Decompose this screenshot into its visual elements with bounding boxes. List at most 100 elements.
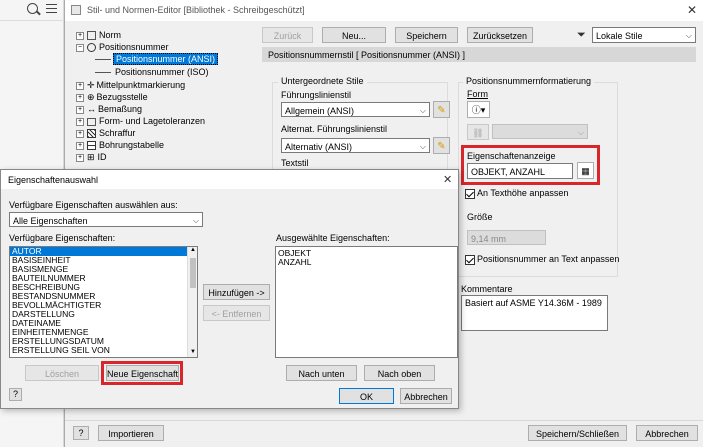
pencil-icon: ✎ — [437, 105, 446, 116]
fit-text-height-checkbox[interactable]: An Texthöhe anpassen — [465, 188, 568, 199]
hatch-icon — [87, 129, 96, 139]
shape-option-button[interactable]: ⛓ — [467, 124, 489, 140]
remove-button[interactable]: <- Entfernen — [203, 305, 270, 321]
style-header: Positionsnummernstil [ Positionsnummer (… — [262, 47, 696, 62]
available-list[interactable]: AUTOR BASISEINHEIT BASISMENGE BAUTEILNUMMER… — [9, 246, 198, 358]
new-button[interactable]: Neu... — [322, 27, 386, 43]
scroll-up-icon[interactable]: ▲ — [190, 247, 196, 253]
expand-icon[interactable]: + — [76, 81, 84, 90]
help-icon: ? — [12, 389, 18, 399]
tree-item-positionsnummer-iso[interactable]: Positionsnummer (ISO) — [95, 67, 211, 78]
tree-item-bezugsstelle[interactable]: + ⊕ Bezugsstelle — [76, 92, 148, 103]
window-title: Stil- und Normen-Editor [Bibliothek - Sc… — [87, 5, 305, 15]
center-mark-icon: ✛ — [87, 80, 95, 90]
tree-item-norm[interactable]: + Norm — [76, 30, 121, 41]
cancel-button[interactable]: Abbrechen — [636, 425, 698, 441]
app-icon — [71, 5, 81, 15]
expand-icon[interactable]: + — [76, 129, 84, 138]
panel-separator — [0, 20, 64, 21]
size-field[interactable]: 9,14 mm — [467, 230, 546, 245]
alt-leader-style-label: Alternat. Führungslinienstil — [281, 124, 388, 134]
save-close-button[interactable]: Speichern/Schließen — [528, 425, 627, 441]
move-down-button[interactable]: Nach unten — [286, 365, 357, 381]
back-button[interactable]: Zurück — [262, 27, 313, 43]
table-icon — [87, 141, 96, 151]
text-style-label: Textstil — [281, 158, 309, 168]
expand-icon[interactable]: + — [76, 141, 84, 150]
dialog-cancel-button[interactable]: Abbrechen — [400, 388, 452, 404]
chevron-down-icon: ⌵ — [419, 142, 426, 151]
comment-field[interactable]: Basiert auf ASME Y14.36M - 1989 — [461, 295, 608, 331]
fit-to-text-checkbox[interactable]: Positionsnummer an Text anpassen — [465, 254, 619, 265]
delete-button[interactable]: Löschen — [25, 365, 99, 381]
shape-option-combo[interactable]: ⌵ — [492, 124, 588, 139]
move-up-button[interactable]: Nach oben — [364, 365, 435, 381]
selected-label: Ausgewählte Eigenschaften: — [276, 233, 390, 243]
line-icon — [95, 72, 111, 74]
dimension-icon: ↔ — [87, 104, 96, 114]
style-tree[interactable]: + Norm − Positionsnummer Positionsnummer (… — [73, 27, 256, 177]
size-label: Größe — [467, 212, 493, 222]
source-combo[interactable]: Alle Eigenschaften ⌵ — [9, 212, 203, 227]
add-button[interactable]: Hinzufügen -> — [203, 284, 270, 300]
highlight-new-property — [101, 361, 183, 385]
checkbox-checked-icon — [465, 188, 475, 199]
tree-item-bohrungstabelle[interactable]: + Bohrungstabelle — [76, 140, 164, 151]
link-icon: ⛓ — [472, 128, 484, 138]
style-filter-combo[interactable]: Lokale Stile ⌵ — [592, 27, 696, 43]
dialog-title: Eigenschaftenauswahl — [8, 175, 99, 185]
expand-icon[interactable]: + — [76, 31, 84, 40]
scroll-down-icon[interactable]: ▼ — [190, 349, 196, 355]
edit-leader-style-button[interactable]: ✎ — [433, 101, 450, 118]
tree-item-schraffur[interactable]: + Schraffur — [76, 128, 135, 139]
help-button[interactable]: ? — [73, 426, 89, 440]
tolerance-icon — [87, 117, 96, 126]
scrollbar-thumb[interactable] — [190, 258, 196, 288]
leader-style-combo[interactable]: Allgemein (ANSI) ⌵ — [281, 102, 430, 117]
alt-leader-style-combo[interactable]: Alternativ (ANSI) ⌵ — [281, 138, 430, 153]
tree-item-bemassung[interactable]: + ↔ Bemaßung — [76, 104, 142, 115]
collapse-icon[interactable]: − — [76, 43, 84, 52]
available-label: Verfügbare Eigenschaften: — [9, 233, 116, 243]
formatting-title: Positionsnummernformatierung — [463, 76, 595, 86]
highlight-property-display — [461, 145, 600, 185]
import-button[interactable]: Importieren — [98, 425, 164, 441]
tree-item-positionsnummer-ansi[interactable]: Positionsnummer (ANSI) — [95, 53, 219, 65]
dialog-help-button[interactable]: ? — [9, 388, 22, 401]
balloon-shape-icon: ⓘ▾ — [471, 105, 486, 115]
id-icon: ⊞ — [87, 152, 95, 162]
form-shape-button[interactable]: ⓘ▾ — [467, 101, 490, 118]
hamburger-icon[interactable] — [46, 4, 57, 13]
available-list-items: AUTOR BASISEINHEIT BASISMENGE BAUTEILNUMMER… — [10, 247, 188, 355]
expand-icon[interactable]: + — [76, 153, 84, 162]
tree-item-id[interactable]: + ⊞ ID — [76, 152, 107, 163]
selected-list-item[interactable]: ANZAHL — [276, 258, 446, 267]
close-icon[interactable]: ✕ — [443, 173, 452, 186]
selected-list[interactable]: OBJEKT ANZAHL — [275, 246, 458, 358]
chevron-down-icon: ⌵ — [685, 31, 692, 40]
filter-icon: ⏷ — [577, 29, 586, 41]
tree-item-mittelpunkt[interactable]: + ✛ Mittelpunktmarkierung — [76, 80, 185, 91]
chevron-down-icon: ⌵ — [577, 128, 584, 137]
chevron-down-icon: ⌵ — [419, 106, 426, 115]
dialog-title-bar: Eigenschaftenauswahl ✕ — [1, 170, 458, 189]
tree-item-positionsnummer[interactable]: − Positionsnummer — [76, 42, 169, 53]
close-icon[interactable]: ✕ — [687, 3, 697, 17]
edit-alt-leader-style-button[interactable]: ✎ — [433, 137, 450, 154]
ok-button[interactable]: OK — [339, 388, 394, 404]
tree-icon — [87, 31, 96, 41]
form-label: Form — [467, 89, 488, 99]
scrollbar[interactable]: ▲ ▼ — [187, 247, 197, 357]
tree-item-toleranzen[interactable]: + Form- und Lagetoleranzen — [76, 116, 205, 127]
save-button[interactable]: Speichern — [395, 27, 458, 43]
expand-icon[interactable]: + — [76, 105, 84, 114]
title-bar: Stil- und Normen-Editor [Bibliothek - Sc… — [65, 0, 703, 21]
help-icon: ? — [78, 428, 84, 438]
expand-icon[interactable]: + — [76, 117, 84, 126]
checkbox-checked-icon — [465, 254, 475, 265]
property-selection-dialog: Eigenschaftenauswahl ✕ Verfügbare Eigens… — [0, 169, 459, 409]
reset-button[interactable]: Zurücksetzen — [467, 27, 533, 43]
available-list-item[interactable]: ERSTELLUNG SEIL VON — [10, 346, 188, 355]
expand-icon[interactable]: + — [76, 93, 84, 102]
sub-styles-title: Untergeordnete Stile — [278, 76, 367, 86]
